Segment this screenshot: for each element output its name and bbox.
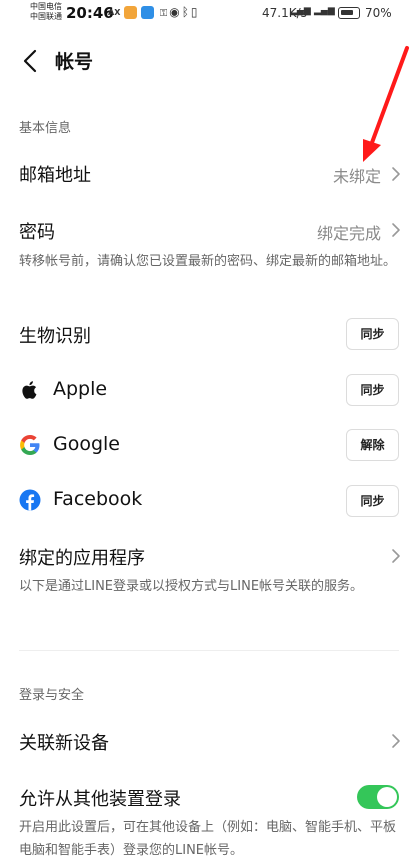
carrier-names: 中国电信 中国联通 (30, 2, 62, 22)
status-icons: ⚿◉ᛒ▯ (160, 5, 200, 19)
bluetooth-icon: ᛒ (181, 5, 191, 19)
signal-icon-2: ▂▄▆ (314, 6, 335, 16)
allow-other-login-toggle[interactable] (357, 785, 399, 809)
vibrate-icon: ▯ (190, 5, 200, 19)
notification-cloud-icon (141, 6, 154, 19)
linked-apps-label: 绑定的应用程序 (19, 548, 145, 569)
apple-icon (22, 381, 37, 399)
notification-app-icon (124, 6, 137, 19)
chevron-right-icon (392, 734, 400, 748)
google-icon (20, 435, 40, 455)
chevron-right-icon (392, 549, 400, 563)
google-label: Google (53, 433, 121, 455)
key-icon: ⚿ (160, 5, 170, 19)
signal-icon: ▂▄▆ (290, 6, 311, 16)
section-label-basic-info: 基本信息 (19, 121, 72, 136)
apple-label: Apple (53, 378, 108, 400)
back-button[interactable] (16, 46, 46, 76)
allow-other-login-note: 开启用此设置后，可在其他设备上（例如：电脑、智能手机、平板电脑和智能手表）登录您… (19, 820, 397, 858)
carrier-1: 中国电信 (30, 2, 62, 11)
battery-icon (338, 7, 360, 19)
apple-sync-button[interactable]: 同步 (346, 374, 399, 406)
google-unlink-button[interactable]: 解除 (346, 429, 399, 461)
email-label: 邮箱地址 (19, 165, 91, 186)
biometrics-sync-button[interactable]: 同步 (346, 318, 399, 350)
email-status: 未绑定 (332, 167, 381, 186)
linked-apps-note: 以下是通过LINE登录或以授权方式与LINE帐号关联的服务。 (19, 579, 364, 594)
status-time: 20:46 (66, 4, 114, 22)
eye-icon: ◉ (169, 5, 182, 19)
chevron-right-icon (392, 223, 400, 237)
battery-percent: 70% (365, 6, 392, 20)
password-label: 密码 (19, 222, 55, 243)
password-status: 绑定完成 (316, 224, 381, 243)
status-bar: 中国电信 中国联通 20:46 AX ⚿◉ᛒ▯ 47.1K/s ▂▄▆ ▂▄▆ … (0, 0, 419, 28)
section-label-login-security: 登录与安全 (19, 688, 85, 703)
link-device-label: 关联新设备 (19, 733, 109, 754)
annotation-arrow-icon (363, 46, 409, 162)
allow-other-login-label: 允许从其他装置登录 (19, 789, 181, 810)
chevron-left-icon (23, 49, 37, 73)
page-title: 帐号 (55, 51, 94, 73)
facebook-sync-button[interactable]: 同步 (346, 485, 399, 517)
biometrics-label: 生物识别 (19, 326, 91, 347)
facebook-label: Facebook (53, 488, 143, 510)
section-divider (19, 650, 399, 651)
password-note: 转移帐号前，请确认您已设置最新的密码、绑定最新的邮箱地址。 (19, 254, 397, 269)
facebook-icon (19, 489, 41, 511)
carrier-2: 中国联通 (30, 12, 62, 21)
chevron-right-icon (392, 167, 400, 181)
ax-indicator: AX (108, 8, 121, 17)
